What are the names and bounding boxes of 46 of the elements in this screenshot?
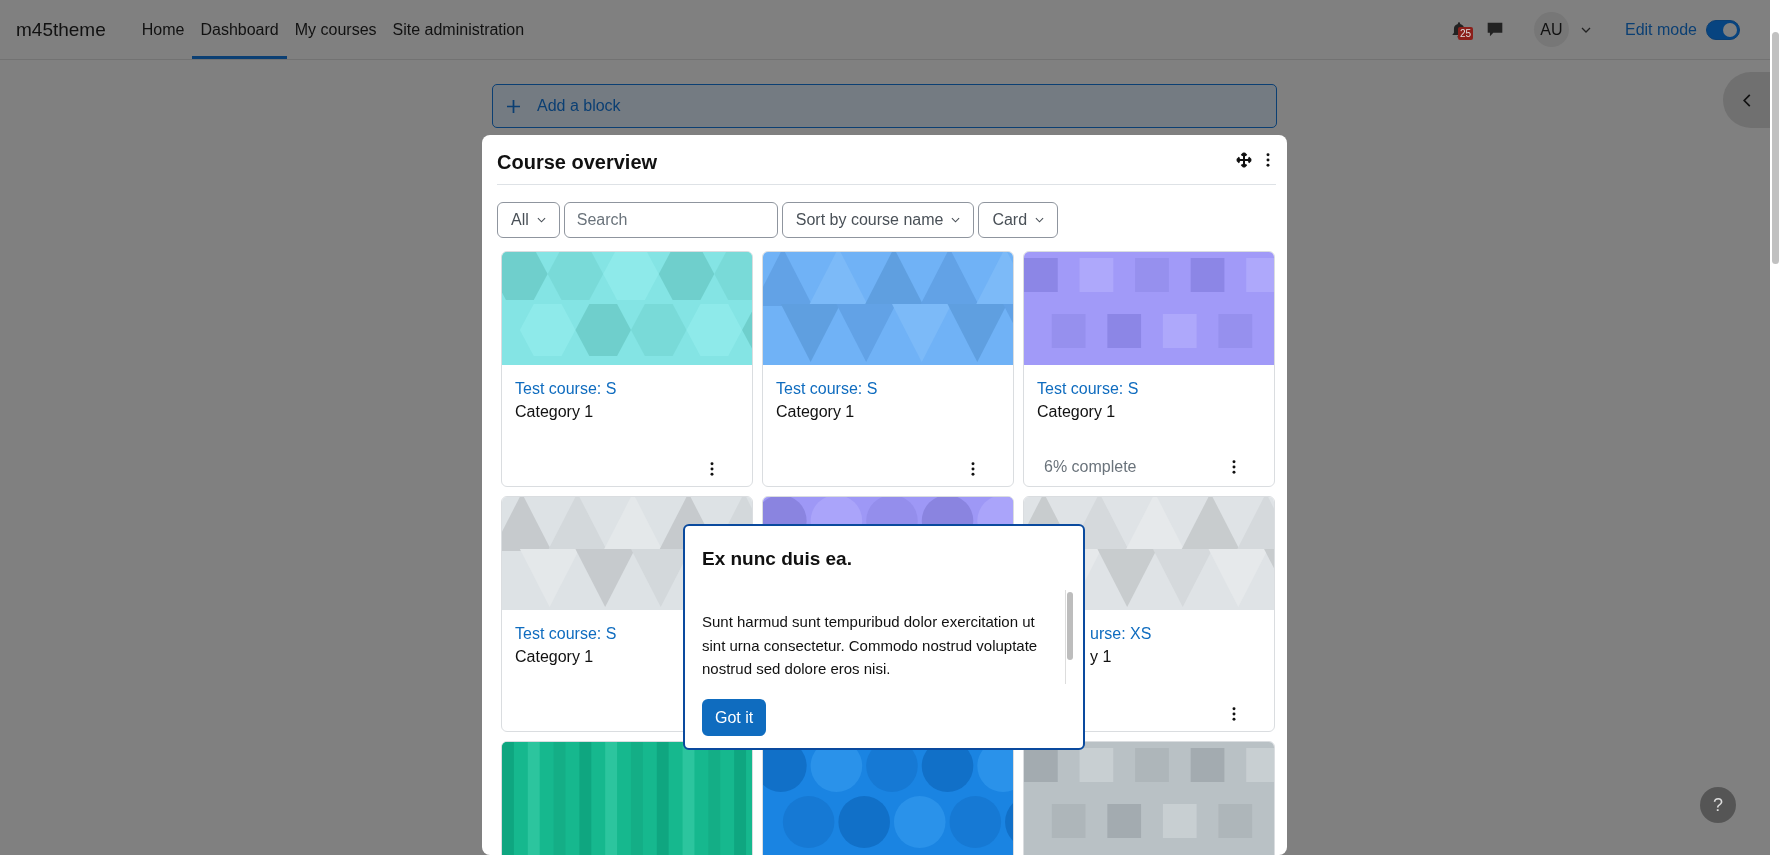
kebab-menu-icon[interactable] <box>971 462 975 476</box>
caret-icon <box>951 217 961 223</box>
grouping-dropdown[interactable]: All <box>497 202 560 238</box>
edit-mode-toggle[interactable] <box>1706 19 1740 40</box>
progress-text: 6% complete <box>1043 458 1137 476</box>
nav-link[interactable]: Dashboard <box>192 0 287 59</box>
view-dropdown[interactable]: Card <box>978 202 1059 238</box>
kebab-menu-icon[interactable] <box>1232 460 1236 474</box>
course-link[interactable]: Test course: S <box>776 377 878 400</box>
kebab-menu-icon[interactable] <box>710 462 714 476</box>
nav-link[interactable]: Home <box>133 0 193 59</box>
course-link[interactable]: urse: XS <box>1090 622 1152 645</box>
caret-icon[interactable] <box>1580 26 1591 33</box>
block-title: Course overview <box>497 150 659 174</box>
search-field[interactable]: Search <box>563 202 778 238</box>
sort-dropdown[interactable]: Sort by course name <box>781 202 975 238</box>
nav-link[interactable]: Site administration <box>384 0 533 59</box>
scrollbar[interactable] <box>1770 0 1781 855</box>
caret-icon <box>536 217 546 223</box>
plus-icon <box>507 99 520 113</box>
nav-link[interactable]: My courses <box>286 0 385 59</box>
site-name[interactable]: m45theme <box>16 18 106 41</box>
course-link[interactable]: Test course: S <box>1037 377 1139 400</box>
kebab-menu-icon[interactable] <box>1266 152 1270 167</box>
course-category: Category 1 <box>1037 402 1116 422</box>
course-category: Category 1 <box>515 647 594 667</box>
course-category: Category 1 <box>776 402 855 422</box>
course-category: Category 1 <box>515 402 594 422</box>
edit-mode-label: Edit mode <box>1624 20 1697 39</box>
kebab-menu-icon[interactable] <box>1232 707 1236 721</box>
got-it-button[interactable]: Got it <box>702 699 767 736</box>
course-link[interactable]: Test course: S <box>515 622 617 645</box>
course-link[interactable]: Test course: S <box>515 377 617 400</box>
course-card[interactable]: Test course: S Category 1 6% complete <box>1023 251 1275 487</box>
notification-button[interactable]: 25 <box>1449 18 1472 41</box>
drawer-toggle-button[interactable] <box>1723 72 1770 128</box>
help-button[interactable]: ? <box>1700 787 1736 823</box>
course-card[interactable]: Test course: S Category 1 <box>762 251 1014 487</box>
chat-icon[interactable] <box>1485 20 1504 39</box>
caret-icon <box>1035 217 1045 223</box>
scrollbar[interactable] <box>1065 590 1074 684</box>
course-card[interactable]: Test course: S Category 1 <box>501 251 753 487</box>
user-avatar[interactable]: AU <box>1533 12 1569 47</box>
move-icon[interactable] <box>1236 151 1252 168</box>
course-category: y 1 <box>1090 647 1112 667</box>
chevron-left-icon <box>1742 93 1751 107</box>
